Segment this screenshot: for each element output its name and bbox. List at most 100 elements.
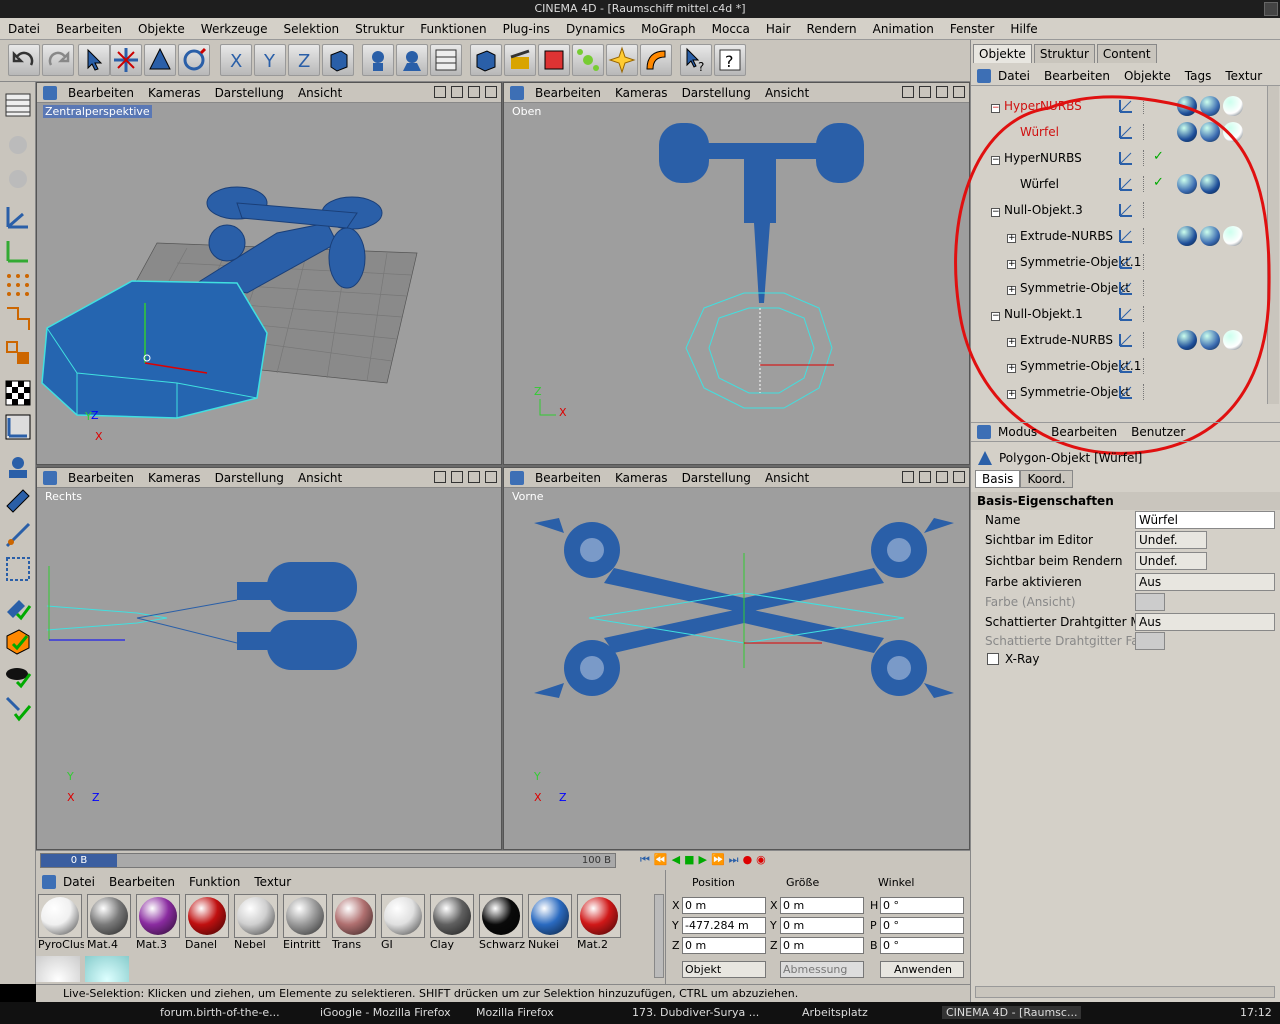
material-swatch[interactable]: Nebel — [234, 894, 280, 956]
zoom-icon[interactable] — [919, 471, 931, 483]
material-extra-1[interactable] — [36, 956, 82, 982]
menu-werkzeuge[interactable]: Werkzeuge — [193, 22, 276, 36]
material-swatch[interactable]: Mat.4 — [87, 894, 133, 956]
model-mode-button[interactable] — [362, 44, 394, 76]
maximize-icon[interactable] — [485, 86, 497, 98]
zoom-icon[interactable] — [451, 471, 463, 483]
material-scrollbar[interactable] — [654, 894, 664, 978]
pan-icon[interactable] — [434, 86, 446, 98]
size-z-field[interactable]: 0 m — [780, 937, 864, 954]
menu-mocca[interactable]: Mocca — [704, 22, 758, 36]
scene-button[interactable] — [640, 44, 672, 76]
render-view-button[interactable] — [470, 44, 502, 76]
autokey-icon[interactable]: ◉ — [756, 853, 766, 867]
attr-menu-modus[interactable]: Modus — [991, 425, 1044, 439]
next-key-icon[interactable]: ⏩ — [711, 853, 725, 867]
size-mode-select[interactable]: Abmessung — [780, 961, 864, 978]
menu-struktur[interactable]: Struktur — [347, 22, 412, 36]
magic-tool-button[interactable] — [3, 694, 33, 724]
orbit-icon[interactable] — [936, 471, 948, 483]
orbit-icon[interactable] — [468, 471, 480, 483]
workplane-button[interactable] — [3, 452, 33, 482]
prop-wire-color-swatch[interactable] — [1135, 632, 1165, 650]
rot-p-field[interactable]: 0 ° — [880, 917, 964, 934]
maximize-icon[interactable] — [953, 471, 965, 483]
tab-content[interactable]: Content — [1096, 44, 1157, 63]
vp-menu-kameras[interactable]: Kameras — [141, 471, 208, 485]
tab-objekte[interactable]: Objekte — [973, 44, 1032, 63]
vp-menu-ansicht[interactable]: Ansicht — [291, 86, 349, 100]
task-firefox[interactable]: Mozilla Firefox — [476, 1006, 554, 1019]
timeline-slider[interactable]: 0 B 100 B — [40, 853, 616, 868]
obj-menu-textur[interactable]: Textur — [1218, 69, 1269, 83]
vp-menu-ansicht[interactable]: Ansicht — [758, 86, 816, 100]
points-mode-button[interactable] — [3, 236, 33, 266]
render-picture-button[interactable] — [538, 44, 570, 76]
task-arbeitsplatz[interactable]: Arbeitsplatz — [802, 1006, 868, 1019]
vp-menu-kameras[interactable]: Kameras — [141, 86, 208, 100]
prop-xray-checkbox[interactable] — [987, 653, 999, 665]
vp-menu-bearbeiten[interactable]: Bearbeiten — [61, 86, 141, 100]
orbit-icon[interactable] — [468, 86, 480, 98]
size-x-field[interactable]: 0 m — [780, 897, 864, 914]
prev-key-icon[interactable]: ⏪ — [654, 853, 668, 867]
move-tool-button[interactable] — [110, 44, 142, 76]
material-swatch[interactable]: Trans — [332, 894, 378, 956]
layout-button[interactable] — [3, 90, 33, 120]
menu-selektion[interactable]: Selektion — [276, 22, 348, 36]
live-selection-button[interactable] — [78, 44, 110, 76]
menu-dynamics[interactable]: Dynamics — [558, 22, 633, 36]
attr-tab-basis[interactable]: Basis — [975, 470, 1021, 488]
viewport-perspective[interactable]: Bearbeiten Kameras Darstellung Ansicht Z… — [36, 82, 502, 465]
prop-color-enable-select[interactable]: Aus — [1135, 573, 1275, 591]
object-menu-icon[interactable] — [977, 68, 991, 83]
dummy-tool-2[interactable] — [3, 164, 33, 194]
prop-visible-render-select[interactable]: Undef. — [1135, 552, 1207, 570]
help-cursor-button[interactable]: ? — [680, 44, 712, 76]
mat-menu-textur[interactable]: Textur — [247, 875, 298, 889]
vp-menu-darstellung[interactable]: Darstellung — [675, 471, 758, 485]
pan-icon[interactable] — [902, 86, 914, 98]
rot-b-field[interactable]: 0 ° — [880, 937, 964, 954]
texture-axis-button[interactable] — [3, 412, 33, 442]
prop-visible-editor-select[interactable]: Undef. — [1135, 531, 1207, 549]
zoom-icon[interactable] — [919, 86, 931, 98]
material-swatch[interactable]: Danel — [185, 894, 231, 956]
material-swatch[interactable]: Mat.2 — [577, 894, 623, 956]
y-axis-lock-button[interactable]: Y — [254, 44, 286, 76]
edge-tool-button[interactable] — [3, 304, 33, 334]
material-swatch[interactable]: Mat.3 — [136, 894, 182, 956]
vp-menu-bearbeiten[interactable]: Bearbeiten — [528, 471, 608, 485]
tab-struktur[interactable]: Struktur — [1033, 44, 1095, 63]
knife-tool-button[interactable] — [3, 486, 33, 516]
menu-funktionen[interactable]: Funktionen — [412, 22, 494, 36]
menu-mograph[interactable]: MoGraph — [633, 22, 704, 36]
zoom-icon[interactable] — [451, 86, 463, 98]
menu-hilfe[interactable]: Hilfe — [1002, 22, 1045, 36]
menu-datei[interactable]: Datei — [0, 22, 48, 36]
grid-snap-button[interactable] — [3, 554, 33, 584]
menu-fenster[interactable]: Fenster — [942, 22, 1003, 36]
point-tool-button[interactable] — [3, 270, 33, 300]
pos-x-field[interactable]: 0 m — [682, 897, 766, 914]
viewport-menu-icon[interactable] — [510, 85, 524, 100]
render-region-button[interactable] — [504, 44, 536, 76]
vp-menu-darstellung[interactable]: Darstellung — [208, 471, 291, 485]
pan-icon[interactable] — [434, 471, 446, 483]
scale-tool-button[interactable] — [144, 44, 176, 76]
array-tool-button[interactable] — [572, 44, 604, 76]
material-swatch[interactable]: PyroClus — [38, 894, 84, 956]
material-swatch[interactable]: GI — [381, 894, 427, 956]
coordinate-system-button[interactable] — [322, 44, 354, 76]
viewport-front[interactable]: Bearbeiten Kameras Darstellung Ansicht V… — [503, 467, 970, 850]
task-igoogle[interactable]: iGoogle - Mozilla Firefox — [320, 1006, 451, 1019]
obj-menu-objekte[interactable]: Objekte — [1117, 69, 1178, 83]
xpresso-button[interactable] — [3, 626, 33, 656]
timeline-current-frame[interactable]: 0 B — [41, 854, 117, 867]
redo-button[interactable] — [42, 44, 74, 76]
record-icon[interactable]: ● — [743, 853, 753, 867]
use-object-axis-button[interactable] — [3, 202, 33, 232]
menu-plugins[interactable]: Plug-ins — [495, 22, 558, 36]
mat-menu-bearbeiten[interactable]: Bearbeiten — [102, 875, 182, 889]
close-window-button[interactable] — [1264, 2, 1278, 16]
